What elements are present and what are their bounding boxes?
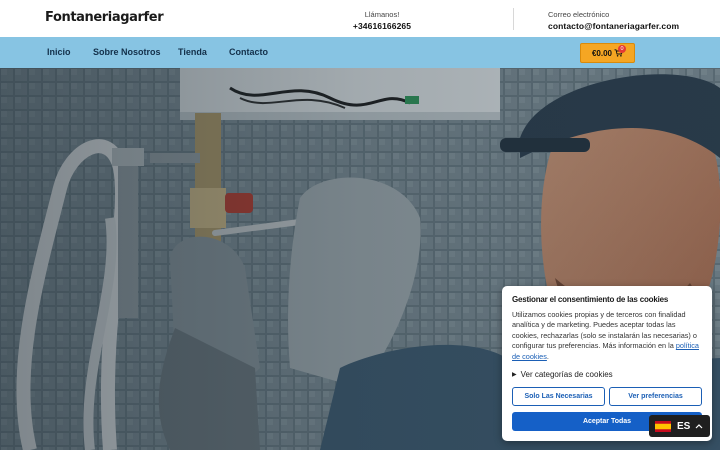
phone-contact: Llámanos! +34616166265 — [352, 10, 412, 32]
cookie-text-end: . — [546, 351, 549, 361]
nav-item-contacto[interactable]: Contacto — [229, 47, 268, 57]
phone-number[interactable]: +34616166265 — [352, 20, 412, 32]
header-divider — [513, 8, 514, 30]
email-address[interactable]: contacto@fontaneriagarfer.com — [548, 20, 679, 32]
cookie-dialog-text: Utilizamos cookies propias y de terceros… — [512, 310, 702, 362]
nav-item-tienda[interactable]: Tienda — [178, 47, 207, 57]
site-logo[interactable]: Fontaneriagarfer — [45, 10, 164, 25]
view-preferences-button[interactable]: Ver preferencias — [609, 387, 702, 406]
nav-item-sobre-nosotros[interactable]: Sobre Nosotros — [93, 47, 161, 57]
cookie-categories-toggle[interactable]: ▶ Ver categorías de cookies — [512, 370, 702, 379]
cart-total: €0.00 — [591, 48, 613, 58]
cart-button[interactable]: €0.00 — [580, 43, 635, 63]
language-code: ES — [677, 420, 691, 432]
top-header: Fontaneriagarfer Llámanos! +34616166265 … — [0, 0, 720, 37]
phone-label: Llámanos! — [364, 10, 400, 19]
cookie-secondary-buttons: Solo Las Necesarias Ver preferencias — [512, 387, 702, 406]
email-contact: Correo electrónico contacto@fontaneriaga… — [548, 10, 679, 32]
cart-count-badge: 0 — [618, 45, 626, 53]
cookie-text-body: Utilizamos cookies propias y de terceros… — [512, 310, 697, 351]
language-switcher[interactable]: ES — [649, 415, 710, 437]
email-label: Correo electrónico — [548, 10, 610, 19]
only-necessary-button[interactable]: Solo Las Necesarias — [512, 387, 605, 406]
triangle-right-icon: ▶ — [512, 372, 517, 379]
spain-flag-icon — [655, 420, 671, 432]
cookie-categories-label: Ver categorías de cookies — [520, 370, 613, 380]
page: Fontaneriagarfer Llámanos! +34616166265 … — [0, 0, 720, 450]
chevron-up-icon — [695, 423, 703, 428]
cookie-dialog-title: Gestionar el consentimiento de las cooki… — [512, 295, 669, 304]
nav-item-inicio[interactable]: Inicio — [47, 47, 71, 57]
